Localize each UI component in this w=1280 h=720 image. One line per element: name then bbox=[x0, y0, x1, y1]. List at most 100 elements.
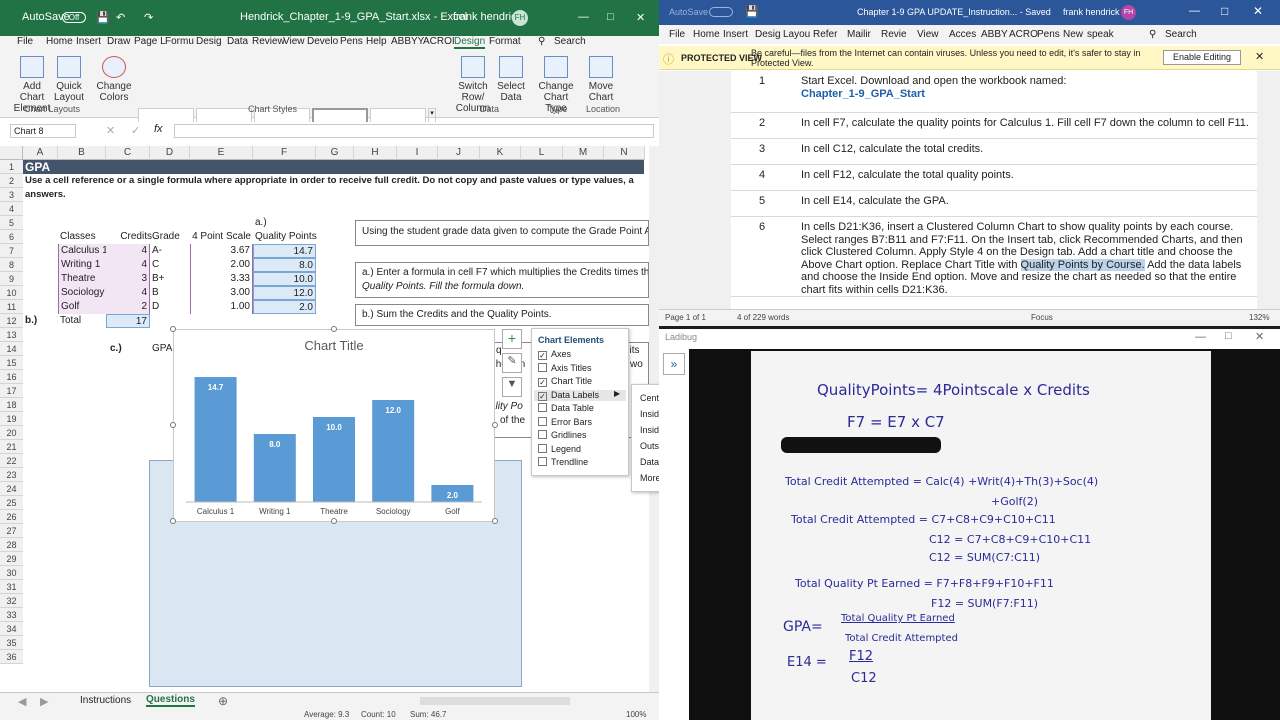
checkbox[interactable] bbox=[538, 457, 547, 466]
column-header[interactable]: A bbox=[23, 146, 58, 160]
word-autosave-toggle[interactable] bbox=[709, 7, 733, 17]
function-icon[interactable]: fx bbox=[154, 123, 163, 135]
redo-icon[interactable]: ↷ bbox=[144, 11, 153, 24]
row-header[interactable]: 3 bbox=[0, 188, 23, 202]
menu-item-legend[interactable]: Legend bbox=[538, 443, 581, 454]
word-maximize-icon[interactable]: □ bbox=[1221, 4, 1228, 18]
tab-pens[interactable]: Pens bbox=[340, 36, 363, 47]
row-header[interactable]: 36 bbox=[0, 650, 23, 664]
menu-item-data-table[interactable]: Data Table bbox=[538, 403, 594, 413]
word-tab[interactable]: Acces bbox=[949, 29, 976, 40]
word-tab[interactable]: Home bbox=[693, 29, 720, 40]
data-label[interactable]: 14.7 bbox=[208, 383, 224, 392]
scroll-left-icon[interactable]: ◀ bbox=[18, 695, 26, 708]
column-header[interactable]: M bbox=[563, 146, 604, 160]
tab-review[interactable]: Review bbox=[252, 36, 285, 47]
word-tab[interactable]: Refer bbox=[813, 29, 837, 40]
label-c[interactable]: c.) bbox=[108, 342, 124, 356]
column-header[interactable]: G bbox=[316, 146, 354, 160]
row-header[interactable]: 5 bbox=[0, 216, 23, 230]
row-header[interactable]: 20 bbox=[0, 426, 23, 440]
row-header[interactable]: 2 bbox=[0, 174, 23, 188]
column-label[interactable]: Grade bbox=[150, 230, 182, 244]
menu-item-trendline[interactable]: Trendline bbox=[538, 457, 588, 467]
tab-acrobat[interactable]: ACROI bbox=[423, 36, 455, 47]
total-label[interactable]: Total bbox=[58, 314, 83, 328]
maximize-icon[interactable]: □ bbox=[607, 11, 614, 23]
tab-home[interactable]: Home bbox=[46, 36, 73, 47]
word-tab[interactable]: Layou bbox=[783, 29, 810, 40]
row-header[interactable]: 21 bbox=[0, 440, 23, 454]
checkbox[interactable] bbox=[538, 443, 547, 453]
chart[interactable]: Chart Title 14.7 Calculus 1 8.0 Writing 1 10… bbox=[173, 329, 495, 522]
scroll-right-icon[interactable]: ▶ bbox=[40, 695, 48, 708]
change-colors-button[interactable]: Change Colors bbox=[96, 56, 132, 103]
checkbox[interactable]: ✓ bbox=[538, 391, 547, 401]
tab-file[interactable]: File bbox=[17, 36, 33, 47]
tab-abbyy[interactable]: ABBYY bbox=[391, 36, 424, 47]
word-tab[interactable]: Mailir bbox=[847, 29, 871, 40]
column-label[interactable]: Credits bbox=[106, 230, 154, 244]
add-sheet-icon[interactable]: ⊕ bbox=[218, 694, 228, 708]
tab-view[interactable]: View bbox=[283, 36, 305, 47]
row-header[interactable]: 32 bbox=[0, 594, 23, 608]
row-header[interactable]: 7 bbox=[0, 244, 23, 258]
column-label[interactable]: Classes bbox=[58, 230, 98, 244]
row-header[interactable]: 4 bbox=[0, 202, 23, 216]
word-search[interactable]: Search bbox=[1165, 29, 1197, 40]
row-header[interactable]: 10 bbox=[0, 286, 23, 300]
class-name[interactable]: Theatre bbox=[58, 272, 106, 286]
resize-handle[interactable] bbox=[492, 518, 498, 524]
column-header[interactable]: N bbox=[604, 146, 645, 160]
column-label[interactable]: Quality Points bbox=[253, 230, 319, 244]
menu-item-axes[interactable]: ✓ Axes bbox=[538, 349, 571, 360]
word-search-icon[interactable]: ⚲ bbox=[1149, 29, 1156, 40]
horizontal-scrollbar[interactable] bbox=[420, 697, 570, 705]
row-header[interactable]: 19 bbox=[0, 412, 23, 426]
credits-value[interactable]: 4 bbox=[106, 244, 150, 258]
word-avatar[interactable]: FH bbox=[1121, 5, 1136, 20]
class-name[interactable]: Sociology bbox=[58, 286, 106, 300]
checkbox[interactable] bbox=[538, 430, 547, 439]
checkbox[interactable] bbox=[538, 416, 547, 426]
row-header[interactable]: 8 bbox=[0, 258, 23, 272]
tab-draw[interactable]: Draw bbox=[107, 36, 130, 47]
tab-design[interactable]: Design bbox=[454, 36, 486, 49]
menu-item-axis-titles[interactable]: Axis Titles bbox=[538, 362, 592, 373]
row-header[interactable]: 31 bbox=[0, 580, 23, 594]
quality-points-value[interactable]: 8.0 bbox=[253, 258, 316, 272]
tab-data[interactable]: Data bbox=[227, 36, 248, 47]
scale-value[interactable]: 3.00 bbox=[190, 286, 253, 300]
column-header[interactable]: J bbox=[438, 146, 480, 160]
menu-item-data-labels[interactable]: ✓ Data Labels bbox=[534, 389, 626, 401]
column-label[interactable]: 4 Point Scale bbox=[190, 230, 253, 244]
scale-value[interactable]: 3.33 bbox=[190, 272, 253, 286]
word-tab[interactable]: Desig bbox=[755, 29, 781, 40]
row-header[interactable]: 1 bbox=[0, 160, 23, 174]
chart-styles-brush-icon[interactable]: ✎ bbox=[502, 353, 522, 373]
tab-design-1[interactable]: Desig bbox=[196, 36, 222, 47]
chart-bar[interactable] bbox=[194, 377, 237, 502]
grade-value[interactable]: A- bbox=[150, 244, 164, 258]
ladibug-maximize-icon[interactable]: □ bbox=[1225, 330, 1232, 342]
tab-formulas[interactable]: Formu bbox=[165, 36, 194, 47]
word-zoom-level[interactable]: 132% bbox=[1249, 313, 1269, 322]
word-tab[interactable]: Revie bbox=[881, 29, 907, 40]
word-tab[interactable]: speak bbox=[1087, 29, 1114, 40]
checkbox[interactable] bbox=[538, 403, 547, 412]
total-credits[interactable]: 17 bbox=[106, 314, 150, 328]
row-header[interactable]: 6 bbox=[0, 230, 23, 244]
scale-value[interactable]: 2.00 bbox=[190, 258, 253, 272]
row-header[interactable]: 11 bbox=[0, 300, 23, 314]
quick-layout-button[interactable]: Quick Layout bbox=[52, 56, 86, 103]
grade-value[interactable]: B bbox=[150, 286, 161, 300]
tab-developer[interactable]: Develo bbox=[307, 36, 338, 47]
row-header[interactable]: 27 bbox=[0, 524, 23, 538]
column-header[interactable]: K bbox=[480, 146, 521, 160]
column-header[interactable]: D bbox=[150, 146, 190, 160]
resize-handle[interactable] bbox=[331, 326, 337, 332]
word-tab[interactable]: ABBY bbox=[981, 29, 1008, 40]
column-header[interactable]: E bbox=[190, 146, 253, 160]
autosave-toggle[interactable]: Off bbox=[62, 12, 86, 23]
move-chart-button[interactable]: Move Chart bbox=[586, 56, 616, 103]
